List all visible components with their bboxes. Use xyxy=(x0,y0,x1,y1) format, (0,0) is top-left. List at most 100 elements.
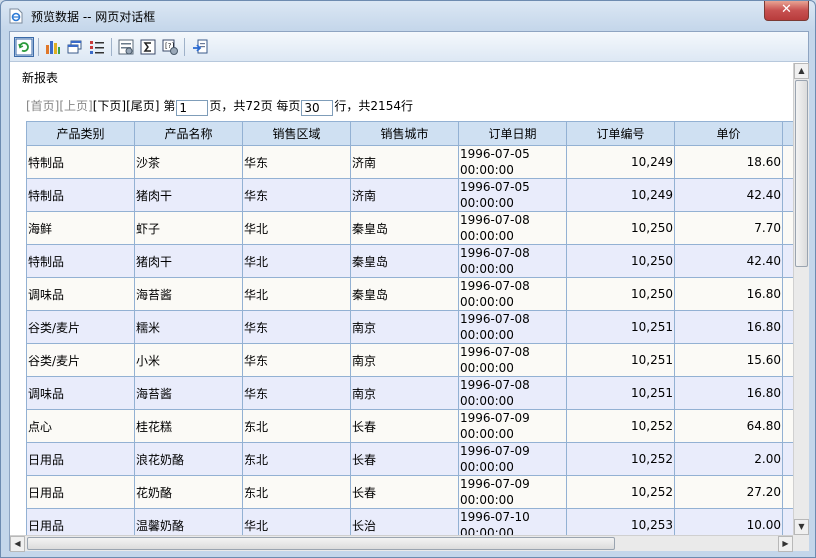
table-cell: 浪花奶酪 xyxy=(134,442,243,476)
column-header[interactable]: 销售城市 xyxy=(350,121,459,146)
close-button[interactable]: ✕ xyxy=(764,1,809,21)
table-row[interactable]: 海鲜 虾子 华北 秦皇岛 1996-07-08 00:00:00 10,250 7.70 xyxy=(26,211,793,245)
table-cell: 特制品 xyxy=(26,145,135,179)
table-row[interactable]: 点心 桂花糕 东北 长春 1996-07-09 00:00:00 10,252 64.80 xyxy=(26,409,793,443)
column-header[interactable]: 单价 xyxy=(674,121,783,146)
title-bar[interactable]: 预览数据 -- 网页对话框 ✕ xyxy=(1,1,815,31)
table-cell: 南京 xyxy=(350,343,459,377)
table-cell: 16.80 xyxy=(674,277,783,311)
table-cell: 南京 xyxy=(350,310,459,344)
table-cell: 27.20 xyxy=(674,475,783,509)
table-row[interactable]: 日用品 温馨奶酪 华北 长治 1996-07-10 00:00:00 10,253 10.0… xyxy=(26,508,793,535)
table-row[interactable]: 特制品 沙茶 华东 济南 1996-07-05 00:00:00 10,249 18.60 xyxy=(26,145,793,179)
toolbar-separator xyxy=(184,38,185,56)
table-cell: 16.80 xyxy=(674,376,783,410)
scroll-down-icon[interactable]: ▼ xyxy=(794,519,809,535)
table-cell: 济南 xyxy=(350,145,459,179)
pagination-bar: [首页][上页][下页][尾页] 第 页，共72页 每页 行，共2154行 xyxy=(26,97,413,116)
scroll-right-icon[interactable]: ▶ xyxy=(778,536,793,552)
table-cell: 点心 xyxy=(26,409,135,443)
table-cell: 谷类/麦片 xyxy=(26,310,135,344)
table-cell: 济南 xyxy=(350,178,459,212)
table-cell: 2.00 xyxy=(674,442,783,476)
table-cell-overflow xyxy=(782,244,793,278)
list-icon[interactable] xyxy=(87,37,107,57)
settings-icon[interactable] xyxy=(116,37,136,57)
export-icon[interactable] xyxy=(190,37,210,57)
table-cell: 长春 xyxy=(350,475,459,509)
report-content: 新报表 [首页][上页][下页][尾页] 第页，共72页 每页行，共2154行 … xyxy=(10,63,793,535)
table-row[interactable]: 调味品 海苔酱 华东 南京 1996-07-08 00:00:00 10,251 16.80 xyxy=(26,376,793,410)
column-header[interactable]: 订单日期 xyxy=(458,121,567,146)
table-cell: 海苔酱 xyxy=(134,277,243,311)
column-header[interactable]: 订单编号 xyxy=(566,121,675,146)
table-row[interactable]: 特制品 猪肉干 华北 秦皇岛 1996-07-08 00:00:00 10,250 42.4… xyxy=(26,244,793,278)
vertical-scrollbar[interactable]: ▲ ▼ xyxy=(793,63,809,535)
next-page-link[interactable]: [下页] xyxy=(93,99,126,113)
table-cell: 10,251 xyxy=(566,310,675,344)
toolbar: [?] xyxy=(10,32,808,62)
table-cell: 糯米 xyxy=(134,310,243,344)
table-cell: 10,252 xyxy=(566,442,675,476)
table-cell: 华北 xyxy=(242,277,351,311)
scroll-up-icon[interactable]: ▲ xyxy=(794,63,809,79)
table-cell: 10,250 xyxy=(566,244,675,278)
column-header[interactable]: 销售区域 xyxy=(242,121,351,146)
table-cell: 东北 xyxy=(242,442,351,476)
refresh-icon[interactable] xyxy=(14,37,34,57)
table-cell-overflow xyxy=(782,376,793,410)
table-cell: 日用品 xyxy=(26,508,135,535)
ie-page-icon xyxy=(9,8,23,24)
table-row[interactable]: 特制品 猪肉干 华东 济南 1996-07-05 00:00:00 10,249 42.40 xyxy=(26,178,793,212)
last-page-link[interactable]: [尾页] xyxy=(126,99,159,113)
table-cell: 猪肉干 xyxy=(134,178,243,212)
bar-chart-icon[interactable] xyxy=(43,37,63,57)
rows-per-page-input[interactable] xyxy=(301,100,334,116)
table-cell: 华东 xyxy=(242,343,351,377)
table-cell: 15.60 xyxy=(674,343,783,377)
horizontal-scrollbar[interactable]: ◀ ▶ xyxy=(10,535,793,552)
table-cell: 42.40 xyxy=(674,178,783,212)
prev-page-link[interactable]: [上页] xyxy=(59,99,92,113)
vertical-scroll-thumb[interactable] xyxy=(795,80,808,267)
table-cell-overflow xyxy=(782,442,793,476)
column-header[interactable]: 产品名称 xyxy=(134,121,243,146)
table-header-row: 产品类别 产品名称 销售区域 销售城市 订单日期 订单编号 单价 xyxy=(26,121,793,146)
table-cell: 特制品 xyxy=(26,178,135,212)
parameter-icon[interactable]: [?] xyxy=(160,37,180,57)
table-row[interactable]: 日用品 花奶酪 东北 长春 1996-07-09 00:00:00 10,252 27.20 xyxy=(26,475,793,509)
table-row[interactable]: 谷类/麦片 糯米 华东 南京 1996-07-08 00:00:00 10,251 16.8… xyxy=(26,310,793,344)
table-cell: 调味品 xyxy=(26,376,135,410)
row-count-label: 行，共2154行 xyxy=(334,99,413,113)
first-page-link[interactable]: [首页] xyxy=(26,99,59,113)
table-cell: 1996-07-08 00:00:00 xyxy=(458,376,567,410)
table-cell: 日用品 xyxy=(26,442,135,476)
column-header[interactable]: 产品类别 xyxy=(26,121,135,146)
table-cell: 日用品 xyxy=(26,475,135,509)
table-cell: 海苔酱 xyxy=(134,376,243,410)
table-cell: 秦皇岛 xyxy=(350,277,459,311)
table-row[interactable]: 谷类/麦片 小米 华东 南京 1996-07-08 00:00:00 10,251 15.6… xyxy=(26,343,793,377)
table-row[interactable]: 调味品 海苔酱 华北 秦皇岛 1996-07-08 00:00:00 10,250 16.8… xyxy=(26,277,793,311)
page-number-input[interactable] xyxy=(176,100,209,116)
table-row[interactable]: 日用品 浪花奶酪 东北 长春 1996-07-09 00:00:00 10,252 2.00 xyxy=(26,442,793,476)
table-cell: 1996-07-09 00:00:00 xyxy=(458,409,567,443)
table-cell: 秦皇岛 xyxy=(350,244,459,278)
table-cell-overflow xyxy=(782,277,793,311)
scroll-left-icon[interactable]: ◀ xyxy=(10,536,25,552)
horizontal-scroll-thumb[interactable] xyxy=(27,537,615,550)
windows-icon[interactable] xyxy=(65,37,85,57)
table-cell: 华北 xyxy=(242,508,351,535)
table-cell: 东北 xyxy=(242,409,351,443)
table-cell: 华东 xyxy=(242,145,351,179)
sum-icon[interactable] xyxy=(138,37,158,57)
table-cell: 1996-07-09 00:00:00 xyxy=(458,475,567,509)
table-cell: 10,252 xyxy=(566,475,675,509)
table-cell-overflow xyxy=(782,409,793,443)
table-cell: 桂花糕 xyxy=(134,409,243,443)
table-cell-overflow xyxy=(782,178,793,212)
table-cell: 10,250 xyxy=(566,277,675,311)
table-cell: 东北 xyxy=(242,475,351,509)
scrollbar-corner xyxy=(793,535,809,551)
table-cell: 特制品 xyxy=(26,244,135,278)
